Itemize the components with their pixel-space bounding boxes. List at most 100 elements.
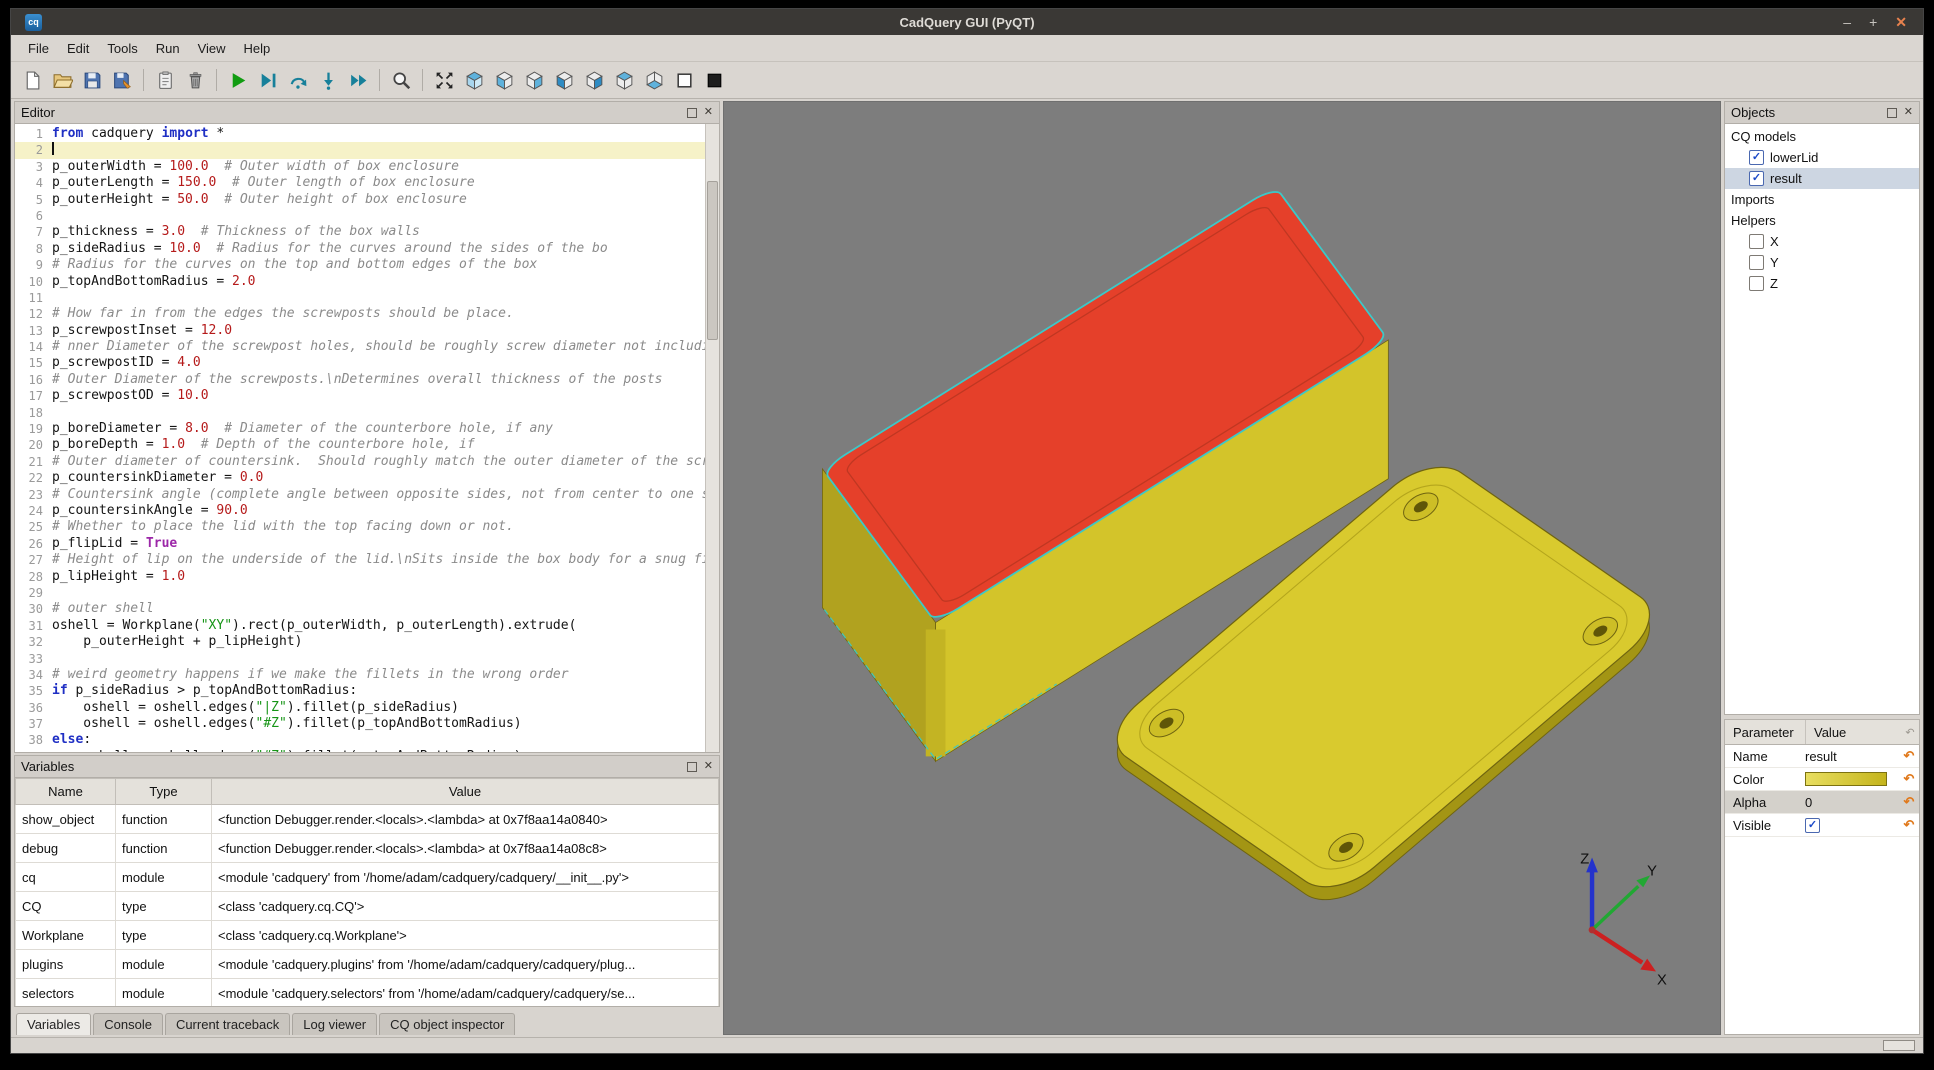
tree-item-result[interactable]: ✓result <box>1725 168 1919 189</box>
menu-run[interactable]: Run <box>147 35 189 61</box>
close-panel-icon[interactable]: ✕ <box>1904 107 1913 118</box>
code-line[interactable]: 34# weird geometry happens if we make th… <box>15 667 705 683</box>
menu-view[interactable]: View <box>189 35 235 61</box>
checkbox[interactable] <box>1749 234 1764 249</box>
float-panel-icon[interactable] <box>1887 108 1897 118</box>
tab-log-viewer[interactable]: Log viewer <box>292 1013 377 1035</box>
code-lines[interactable]: 1from cadquery import *23p_outerWidth = … <box>15 126 705 752</box>
code-line[interactable]: 39 oshell = oshell.edges("#Z").fillet(p_… <box>15 749 705 752</box>
table-row[interactable]: CQtype<class 'cadquery.cq.CQ'> <box>16 892 719 921</box>
table-row[interactable]: Workplanetype<class 'cadquery.cq.Workpla… <box>16 921 719 950</box>
code-line[interactable]: 16# Outer Diameter of the screwposts.\nD… <box>15 372 705 388</box>
param-value[interactable]: 0 <box>1805 795 1899 810</box>
tab-console[interactable]: Console <box>93 1013 163 1035</box>
menu-tools[interactable]: Tools <box>98 35 146 61</box>
column-header-value[interactable]: Value <box>212 779 719 805</box>
close-panel-icon[interactable]: ✕ <box>704 761 713 772</box>
revert-icon[interactable]: ↶ <box>1899 817 1919 833</box>
save-file-button[interactable] <box>78 66 106 94</box>
param-row-name[interactable]: Nameresult↶ <box>1725 745 1919 768</box>
clipboard-button[interactable] <box>151 66 179 94</box>
editor-scrollbar[interactable] <box>705 124 719 752</box>
step-over-button[interactable] <box>284 66 312 94</box>
code-line[interactable]: 36 oshell = oshell.edges("|Z").fillet(p_… <box>15 700 705 716</box>
menu-edit[interactable]: Edit <box>58 35 98 61</box>
table-row[interactable]: cqmodule<module 'cadquery' from '/home/a… <box>16 863 719 892</box>
tree-item-z[interactable]: Z <box>1725 273 1919 294</box>
code-line[interactable]: 23# Countersink angle (complete angle be… <box>15 487 705 503</box>
render-button[interactable] <box>224 66 252 94</box>
checkbox[interactable]: ✓ <box>1805 818 1820 833</box>
back-view-button[interactable] <box>520 66 548 94</box>
column-header-type[interactable]: Type <box>116 779 212 805</box>
tree-item-cq-models[interactable]: CQ models <box>1725 126 1919 147</box>
zoom-button[interactable] <box>387 66 415 94</box>
code-line[interactable]: 27# Height of lip on the underside of th… <box>15 552 705 568</box>
close-panel-icon[interactable]: ✕ <box>704 107 713 118</box>
checkbox[interactable] <box>1749 276 1764 291</box>
code-line[interactable]: 35if p_sideRadius > p_topAndBottomRadius… <box>15 683 705 699</box>
code-line[interactable]: 4p_outerLength = 150.0 # Outer length of… <box>15 175 705 191</box>
code-line[interactable]: 11 <box>15 290 705 306</box>
code-line[interactable]: 10p_topAndBottomRadius = 2.0 <box>15 274 705 290</box>
code-line[interactable]: 24p_countersinkAngle = 90.0 <box>15 503 705 519</box>
code-line[interactable]: 12# How far in from the edges the screwp… <box>15 306 705 322</box>
code-line[interactable]: 33 <box>15 651 705 667</box>
save-as-button[interactable] <box>108 66 136 94</box>
code-line[interactable]: 38else: <box>15 732 705 748</box>
code-line[interactable]: 6 <box>15 208 705 224</box>
checkbox[interactable]: ✓ <box>1749 150 1764 165</box>
code-line[interactable]: 5p_outerHeight = 50.0 # Outer height of … <box>15 192 705 208</box>
bottom-view-button[interactable] <box>640 66 668 94</box>
step-into-button[interactable] <box>314 66 342 94</box>
code-line[interactable]: 3p_outerWidth = 100.0 # Outer width of b… <box>15 159 705 175</box>
left-view-button[interactable] <box>550 66 578 94</box>
delete-button[interactable] <box>181 66 209 94</box>
code-line[interactable]: 31oshell = Workplane("XY").rect(p_outerW… <box>15 618 705 634</box>
minimize-button[interactable]: – <box>1843 15 1851 29</box>
table-row[interactable]: selectorsmodule<module 'cadquery.selecto… <box>16 979 719 1008</box>
reset-all-icon[interactable]: ↶ <box>1901 726 1919 739</box>
float-panel-icon[interactable] <box>687 108 697 118</box>
parameter-column-header[interactable]: Parameter <box>1725 720 1806 744</box>
tree-item-lowerlid[interactable]: ✓lowerLid <box>1725 147 1919 168</box>
value-column-header[interactable]: Value <box>1806 725 1901 740</box>
code-editor[interactable]: 1from cadquery import *23p_outerWidth = … <box>14 123 720 753</box>
tree-item-helpers[interactable]: Helpers <box>1725 210 1919 231</box>
code-line[interactable]: 25# Whether to place the lid with the to… <box>15 519 705 535</box>
code-line[interactable]: 20p_boreDepth = 1.0 # Depth of the count… <box>15 437 705 453</box>
table-row[interactable]: pluginsmodule<module 'cadquery.plugins' … <box>16 950 719 979</box>
size-grip[interactable] <box>1883 1040 1915 1051</box>
top-view-button[interactable] <box>610 66 638 94</box>
revert-icon[interactable]: ↶ <box>1899 794 1919 810</box>
maximize-button[interactable]: + <box>1869 15 1877 29</box>
revert-icon[interactable]: ↶ <box>1899 771 1919 787</box>
param-row-alpha[interactable]: Alpha0↶ <box>1725 791 1919 814</box>
param-row-color[interactable]: Color↶ <box>1725 768 1919 791</box>
table-row[interactable]: show_objectfunction<function Debugger.re… <box>16 805 719 834</box>
shaded-button[interactable] <box>700 66 728 94</box>
code-line[interactable]: 32 p_outerHeight + p_lipHeight) <box>15 634 705 650</box>
open-file-button[interactable] <box>48 66 76 94</box>
param-value[interactable] <box>1805 772 1899 786</box>
debug-button[interactable] <box>254 66 282 94</box>
menu-file[interactable]: File <box>19 35 58 61</box>
code-line[interactable]: 13p_screwpostInset = 12.0 <box>15 323 705 339</box>
code-line[interactable]: 37 oshell = oshell.edges("#Z").fillet(p_… <box>15 716 705 732</box>
code-line[interactable]: 21# Outer diameter of countersink. Shoul… <box>15 454 705 470</box>
code-line[interactable]: 7p_thickness = 3.0 # Thickness of the bo… <box>15 224 705 240</box>
code-line[interactable]: 28p_lipHeight = 1.0 <box>15 569 705 585</box>
scrollbar-thumb[interactable] <box>707 181 718 340</box>
right-view-button[interactable] <box>580 66 608 94</box>
code-line[interactable]: 26p_flipLid = True <box>15 536 705 552</box>
close-button[interactable]: ✕ <box>1895 15 1907 29</box>
viewport-canvas[interactable]: Z Y X <box>724 102 1720 1034</box>
tab-cq-object-inspector[interactable]: CQ object inspector <box>379 1013 515 1035</box>
code-line[interactable]: 15p_screwpostID = 4.0 <box>15 355 705 371</box>
front-view-button[interactable] <box>490 66 518 94</box>
code-line[interactable]: 30# outer shell <box>15 601 705 617</box>
param-row-visible[interactable]: Visible✓↶ <box>1725 814 1919 837</box>
checkbox[interactable] <box>1749 255 1764 270</box>
tab-current-traceback[interactable]: Current traceback <box>165 1013 290 1035</box>
code-line[interactable]: 9# Radius for the curves on the top and … <box>15 257 705 273</box>
